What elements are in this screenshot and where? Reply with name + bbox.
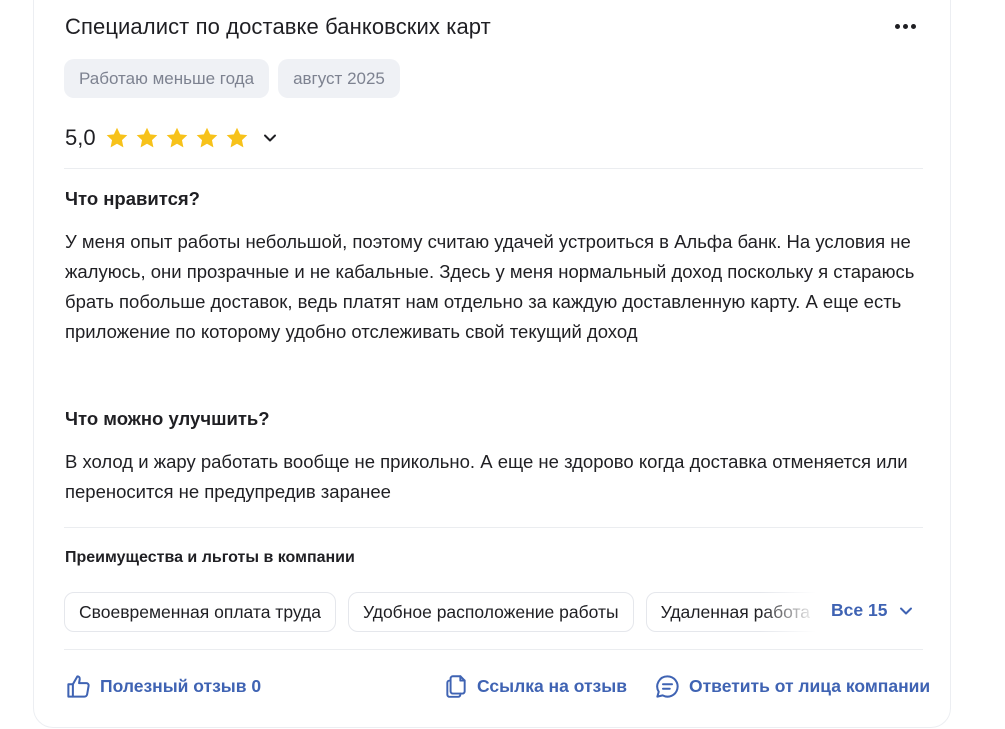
helpful-label: Полезный отзыв 0 [100, 676, 262, 696]
show-all-benefits-button[interactable]: Все 15 [831, 600, 913, 621]
more-dot-icon [910, 23, 916, 29]
thumbs-up-icon [67, 675, 90, 698]
divider [64, 527, 923, 528]
star-icon [136, 127, 157, 148]
copy-link-label: Ссылка на отзыв [477, 675, 627, 696]
more-dot-icon [902, 23, 908, 29]
rating-stars [104, 125, 250, 151]
tag-experience: Работаю меньше года [64, 59, 270, 98]
helpful-button[interactable]: Полезный отзыв 0 [65, 673, 261, 700]
rating-value: 5,0 [65, 125, 96, 150]
benefits-heading: Преимущества и льготы в компании [65, 549, 355, 566]
more-options-button[interactable] [891, 18, 919, 34]
more-dot-icon [894, 23, 900, 29]
divider [64, 649, 923, 650]
copy-link-button[interactable]: Ссылка на отзыв [443, 673, 627, 699]
rating-block: 5,0 [65, 125, 280, 151]
divider [64, 168, 923, 169]
chips-fade [760, 592, 830, 632]
chevron-down-icon [900, 607, 913, 614]
reply-button[interactable]: Ответить от лица компании [654, 673, 930, 700]
star-icon [166, 127, 187, 148]
review-tags: Работаю меньше года август 2025 [64, 59, 400, 98]
improve-text: В холод и жару работать вообще не прикол… [65, 451, 908, 502]
chevron-down-icon [263, 134, 276, 142]
reply-label: Ответить от лица компании [689, 676, 931, 696]
likes-text: У меня опыт работы небольшой, поэтому сч… [65, 231, 915, 342]
star-icon [106, 127, 127, 148]
review-title: Специалист по доставке банковских карт [65, 14, 491, 39]
show-all-label: Все 15 [831, 600, 888, 620]
benefit-chip[interactable]: Удобное расположение работы [347, 592, 634, 632]
tag-date: август 2025 [278, 59, 400, 98]
improve-heading: Что можно улучшить? [65, 408, 270, 429]
benefit-chip[interactable]: Своевременная оплата труда [64, 592, 336, 632]
rating-expand-button[interactable] [260, 128, 280, 148]
likes-heading: Что нравится? [65, 188, 200, 209]
benefits-chips: Своевременная оплата труда Удобное распо… [64, 592, 834, 632]
star-icon [196, 127, 217, 148]
copy-icon [446, 675, 466, 698]
chat-icon [656, 675, 679, 698]
star-icon [226, 127, 247, 148]
